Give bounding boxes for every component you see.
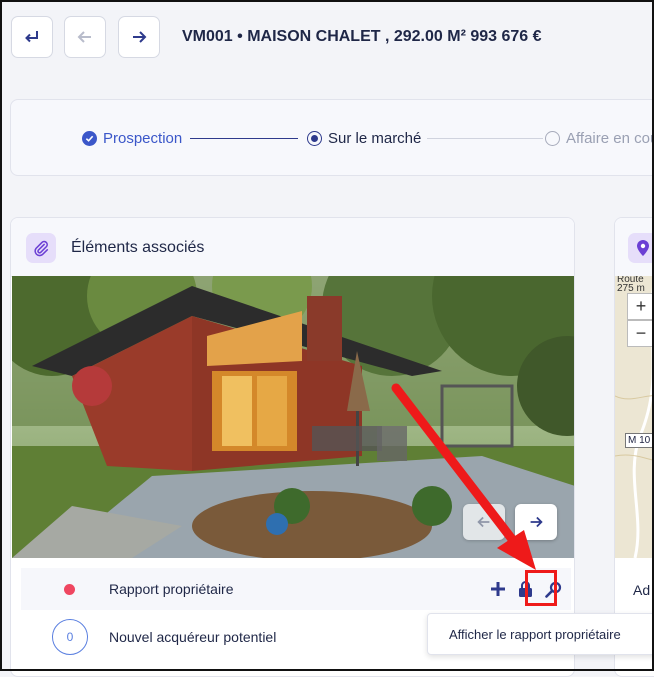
card-title: Éléments associés — [71, 239, 205, 256]
card-header: Éléments associés — [11, 218, 574, 277]
map-card-header — [615, 218, 654, 277]
next-button[interactable] — [118, 16, 160, 58]
return-button[interactable] — [11, 16, 53, 58]
radio-empty-icon — [545, 131, 560, 146]
arrow-right-icon — [133, 31, 147, 43]
map-view[interactable]: Route 275 m + − M 10 — [615, 276, 654, 558]
map-footer-text: Ad — [633, 582, 651, 598]
step-prospection[interactable]: Prospection — [82, 130, 182, 147]
page-header: VM001 • MAISON CHALET , 292.00 M² 993 67… — [0, 0, 654, 78]
arrow-right-icon — [530, 516, 543, 528]
step-label: Affaire en cours — [566, 130, 654, 147]
plus-icon — [491, 582, 505, 596]
property-photo[interactable] — [12, 276, 574, 558]
associated-items-card: Éléments associés Rapport propriétaire 0… — [10, 217, 575, 677]
photo-previous-button[interactable] — [463, 504, 505, 540]
page-title: VM001 • MAISON CHALET , 292.00 M² 993 67… — [182, 28, 542, 45]
tooltip: Afficher le rapport propriétaire — [427, 613, 654, 655]
map-road-label: M 10 — [625, 433, 654, 448]
annotation-highlight-box — [525, 570, 557, 606]
zoom-out-button[interactable]: − — [627, 320, 654, 347]
list-item-rapport-proprietaire[interactable]: Rapport propriétaire — [21, 568, 571, 610]
zoom-in-button[interactable]: + — [627, 293, 654, 320]
status-dot — [64, 583, 75, 595]
step-label: Sur le marché — [328, 130, 422, 147]
step-sur-le-marche[interactable]: Sur le marché — [307, 130, 421, 147]
previous-button[interactable] — [64, 16, 106, 58]
add-button[interactable] — [487, 578, 509, 600]
list-item-label: Nouvel acquéreur potentiel — [109, 629, 277, 645]
step-connector — [427, 138, 543, 139]
paperclip-icon — [26, 233, 56, 263]
tooltip-text: Afficher le rapport propriétaire — [449, 626, 621, 642]
map-card: Route 275 m + − M 10 Ad — [614, 217, 654, 677]
count-badge: 0 — [52, 619, 88, 655]
step-label: Prospection — [103, 130, 183, 147]
photo-next-button[interactable] — [515, 504, 557, 540]
location-pin-icon — [628, 233, 654, 263]
return-icon — [25, 31, 38, 43]
step-affaire-en-cours[interactable]: Affaire en cours — [545, 130, 654, 147]
check-circle-icon — [82, 131, 97, 146]
arrow-left-icon — [77, 31, 91, 43]
list-item-label: Rapport propriétaire — [109, 581, 234, 597]
radio-current-icon — [307, 131, 322, 146]
step-connector — [190, 138, 298, 139]
status-stepper: Prospection Sur le marché Affaire en cou… — [10, 99, 654, 176]
arrow-left-icon — [477, 516, 490, 528]
